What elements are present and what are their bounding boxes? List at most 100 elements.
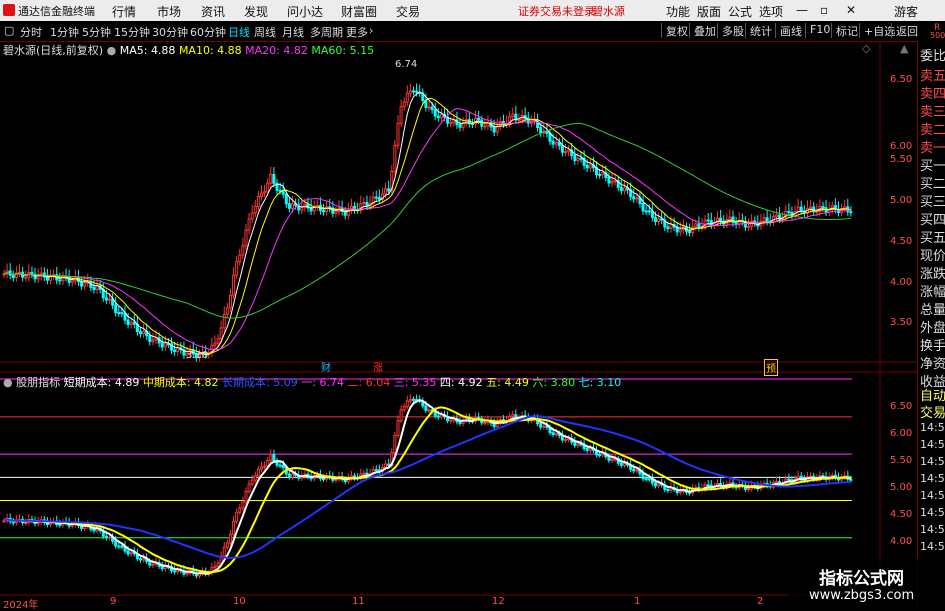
event-badge-forecast[interactable]: 预	[764, 359, 778, 376]
y-tick: 3.50	[890, 317, 913, 328]
toolbar-overlay-button[interactable]: 叠加	[689, 23, 716, 38]
candle-body	[731, 216, 735, 224]
restore-icon[interactable]: ▫	[820, 3, 828, 17]
toolbar-f10-button[interactable]: F10	[805, 23, 830, 38]
candle-body	[411, 90, 415, 93]
indicator-level-3: 三: 5.35	[393, 376, 437, 389]
ma5-label: MA5: 4.88	[119, 44, 176, 57]
menu-item-formula[interactable]: 公式	[728, 3, 752, 20]
candle-body	[647, 210, 651, 213]
candle-body	[408, 90, 412, 94]
indicator-candle-body	[247, 483, 251, 492]
indicator-candle-body	[424, 405, 428, 411]
close-icon[interactable]: ✕	[846, 3, 856, 17]
indicator-candle-body	[117, 545, 121, 548]
event-badge-limit-up[interactable]: 涨	[372, 359, 384, 374]
trade-time: 14:56	[920, 489, 945, 502]
indicator-candle-body	[126, 550, 130, 555]
candle-body	[58, 279, 62, 282]
period-tab-time[interactable]: 分时	[20, 24, 42, 40]
candle-body	[80, 281, 84, 287]
ma10-label: MA10: 4.88	[178, 44, 242, 57]
event-badge-report[interactable]: 财	[320, 359, 332, 374]
indicator-name[interactable]: 股朋指标	[16, 376, 60, 389]
candle-body	[762, 217, 766, 222]
kline-chart[interactable]	[0, 41, 917, 609]
menu-item-news[interactable]: 资讯	[201, 3, 225, 20]
menu-item-options[interactable]: 选项	[759, 3, 783, 20]
menu-item-trade[interactable]: 交易	[396, 3, 420, 20]
quote-label: 卖一	[920, 141, 945, 156]
candle-body	[799, 206, 803, 212]
toolbar-fuquan-button[interactable]: 复权	[661, 23, 688, 38]
indicator-y-tick: 5.00	[890, 482, 913, 493]
toolbar-draw-button[interactable]: 画线	[775, 23, 802, 38]
period-tab-30min[interactable]: 30分钟	[152, 24, 188, 40]
menu-item-market[interactable]: 行情	[112, 3, 136, 20]
indicator-level-2: 二: 6.04	[347, 376, 391, 389]
x-tick: 1	[634, 596, 641, 607]
trade-time: 14:56	[920, 540, 945, 553]
more-chevron-icon[interactable]: ›	[369, 24, 373, 37]
x-tick: 9	[110, 596, 117, 607]
toolbar-multi-stock-button[interactable]: 多股	[717, 23, 744, 38]
candle-body	[18, 271, 22, 274]
period-tab-more[interactable]: 更多	[346, 24, 368, 40]
candle-body	[219, 327, 223, 340]
login-notice[interactable]: 证券交易未登录	[518, 3, 595, 19]
indicator-candle-body	[588, 447, 592, 451]
quote-label: 卖四	[920, 87, 945, 102]
menu-item-ask[interactable]: 问小达	[287, 3, 323, 20]
x-tick: 11	[352, 596, 365, 607]
menu-item-layout[interactable]: 版面	[697, 3, 721, 20]
indicator-candle-body	[408, 398, 412, 402]
menu-item-markets[interactable]: 市场	[157, 3, 181, 20]
indicator-candle-body	[173, 570, 177, 573]
y-tick: 4.50	[890, 236, 913, 247]
indicator-candle-body	[92, 528, 96, 532]
period-tab-5min[interactable]: 5分钟	[82, 24, 111, 40]
period-tab-month[interactable]: 月线	[282, 24, 304, 40]
candle-body	[765, 217, 769, 222]
candle-body	[176, 347, 180, 353]
candle-body	[36, 275, 40, 280]
indicator-settings-icon[interactable]: ●	[3, 376, 13, 389]
period-tab-multi[interactable]: 多周期	[310, 24, 343, 40]
chart-settings-icon[interactable]: ◇	[862, 42, 870, 55]
ma-settings-icon[interactable]: ●	[107, 44, 117, 57]
indicator-candle-body	[641, 473, 645, 480]
y-tick: 4.00	[890, 277, 913, 288]
period-tab-1min[interactable]: 1分钟	[50, 24, 79, 40]
candle-body	[719, 217, 723, 222]
indicator-level-4: 四: 4.92	[439, 376, 483, 389]
toolbar-stats-button[interactable]: 统计	[745, 23, 772, 38]
indicator-candle-body	[598, 454, 602, 457]
quote-label: 净资	[920, 357, 945, 372]
menu-item-discover[interactable]: 发现	[244, 3, 268, 20]
candle-body	[694, 223, 698, 228]
toolbar-left-icon[interactable]: ▢	[4, 24, 14, 37]
candle-body	[728, 216, 732, 221]
candle-body	[492, 126, 496, 133]
period-tab-week[interactable]: 周线	[254, 24, 276, 40]
menu-item-function[interactable]: 功能	[666, 3, 690, 20]
toolbar-back-button[interactable]: 返回	[891, 23, 918, 38]
candle-body	[585, 164, 589, 169]
guest-label[interactable]: 游客	[894, 3, 918, 20]
low-price-label: 3.10	[186, 350, 209, 361]
period-tab-15min[interactable]: 15分钟	[114, 24, 150, 40]
r-badge-num: 500	[930, 31, 945, 40]
period-tab-60min[interactable]: 60分钟	[190, 24, 226, 40]
toolbar-mark-button[interactable]: 标记	[831, 23, 858, 38]
indicator-candle-body	[244, 490, 248, 503]
chart-collapse-icon[interactable]: ▲	[900, 42, 908, 55]
toolbar-add-watchlist-button[interactable]: +自选	[859, 23, 895, 38]
period-tab-day[interactable]: 日线	[228, 24, 250, 40]
trade-label[interactable]: 交易	[920, 402, 945, 421]
candle-body	[449, 121, 453, 124]
indicator-candle-body	[576, 443, 580, 446]
menu-item-wealth[interactable]: 财富圈	[341, 3, 377, 20]
candle-body	[235, 261, 239, 276]
indicator-candle-body	[387, 463, 391, 467]
minimize-icon[interactable]: —	[796, 3, 808, 17]
